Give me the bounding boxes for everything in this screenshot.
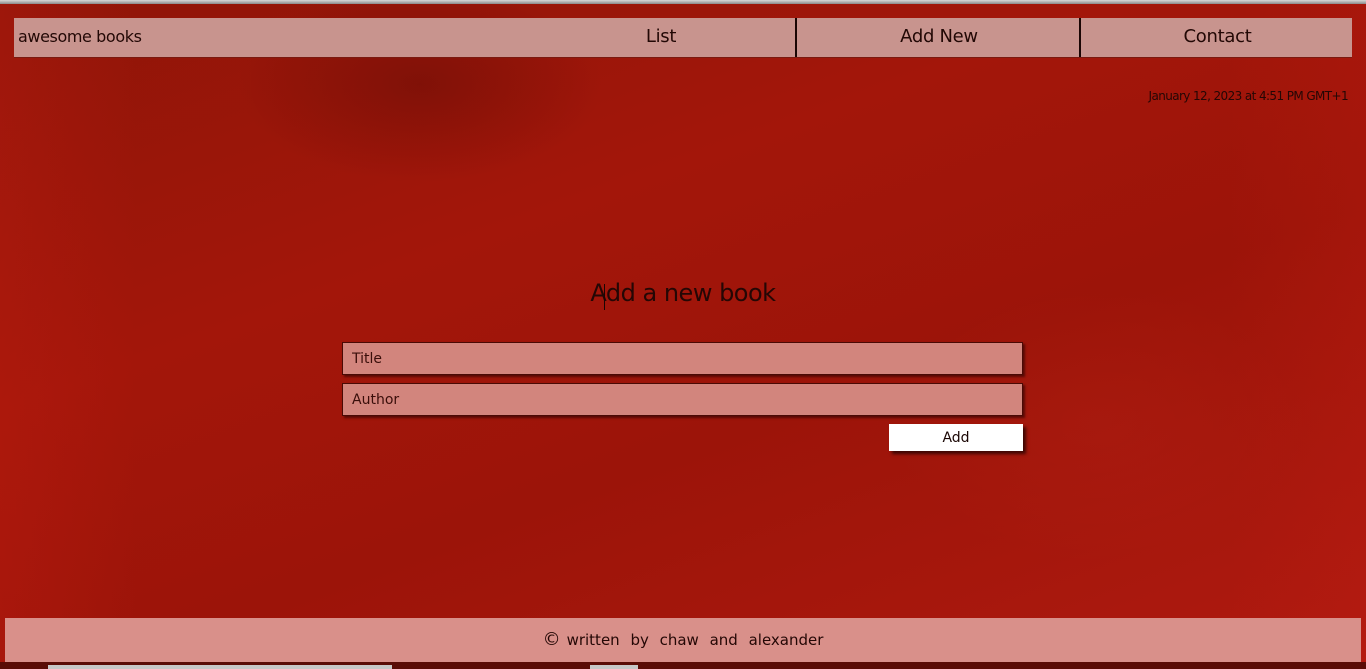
text-cursor <box>604 284 605 310</box>
nav-link-contact[interactable]: Contact <box>1079 18 1354 57</box>
scrollbar-segment <box>48 665 392 669</box>
title-input[interactable] <box>342 342 1023 375</box>
navbar: awesome books List Add New Contact <box>14 18 1352 58</box>
copyright-icon: © <box>542 629 561 650</box>
page-background <box>0 4 1366 669</box>
current-datetime: January 12, 2023 at 4:51 PM GMT+1 <box>1148 89 1349 103</box>
author-input[interactable] <box>342 383 1023 416</box>
bottom-scrollbar <box>0 662 1366 669</box>
add-book-button[interactable]: Add <box>889 424 1023 451</box>
brand-logo-text[interactable]: awesome books <box>18 18 142 57</box>
nav-link-list[interactable]: List <box>528 18 794 57</box>
footer-credit-text: written by chaw and alexander <box>566 631 824 649</box>
add-book-heading: Add a new book <box>590 279 776 307</box>
scrollbar-segment <box>590 665 638 669</box>
nav-link-add-new[interactable]: Add New <box>795 18 1081 57</box>
footer: © written by chaw and alexander <box>5 618 1361 662</box>
